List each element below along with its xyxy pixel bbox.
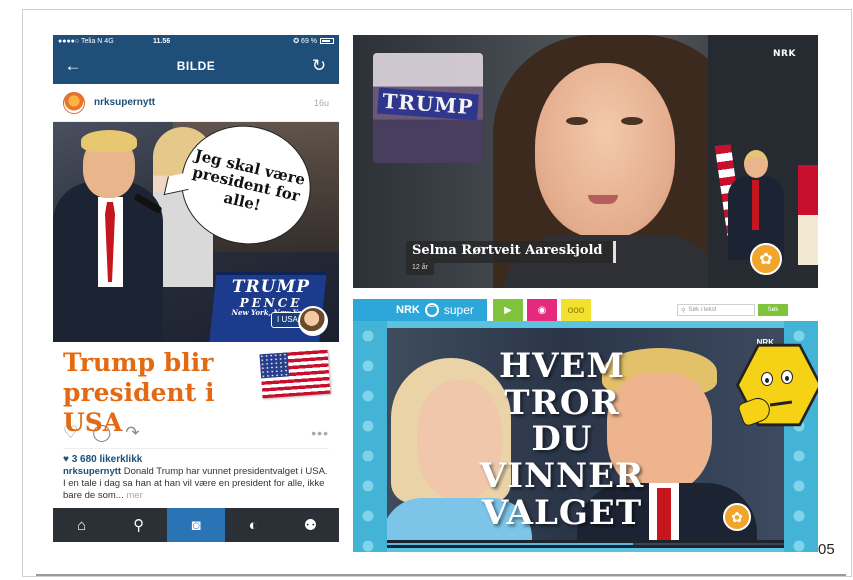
play-icon[interactable]: ▶ — [493, 299, 523, 321]
clock-label: 11.56 — [153, 37, 171, 45]
trump-tie — [657, 488, 671, 548]
search-input[interactable]: ⚲ Søk i tekst — [677, 304, 755, 316]
reporter-avatar-sticker — [298, 306, 328, 336]
nrk-super-logo[interactable]: NRK ⁀ super — [353, 299, 487, 321]
slide-number: 05 — [818, 541, 835, 558]
flag-canton — [259, 352, 290, 379]
girl-left-eye — [566, 117, 588, 125]
search-icon[interactable]: ⚲ — [110, 508, 167, 542]
search-icon: ⚲ — [681, 307, 686, 314]
battery-icon — [320, 38, 334, 44]
us-flag-icon — [259, 349, 331, 399]
back-arrow-icon[interactable]: ← — [63, 56, 83, 76]
post-photo[interactable]: TRUMP PENCE New York, New York Jeg skal … — [53, 122, 339, 342]
post-header: nrksupernytt 16u — [53, 84, 339, 122]
caption-username[interactable]: nrksupernytt — [63, 466, 121, 477]
instagram-phone-screenshot: ●●●●○ Telia N 4G 11.56 ✪ 69 % ← BILDE ↻ … — [53, 35, 339, 542]
state-flag — [798, 165, 818, 265]
trump-hair — [81, 130, 137, 152]
name-lower-third: Selma Rørtveit Aareskjold — [406, 241, 616, 263]
girl-face — [535, 63, 675, 238]
post-time: 16u — [313, 97, 329, 108]
post-caption: nrksupernytt Donald Trump har vunnet pre… — [53, 466, 339, 502]
instagram-tab-bar: ⌂ ⚲ ◙ ◐ ⚉ — [53, 508, 339, 542]
left-pattern — [353, 321, 387, 552]
logo-super-text: super — [443, 303, 474, 317]
carrier-label: ●●●●○ Telia N 4G — [58, 37, 114, 45]
nrk-super-logo-icon: ✿ — [750, 243, 782, 275]
girl-right-eye — [621, 117, 643, 125]
progress-fill — [387, 543, 634, 545]
video-title: HVEM TROR DU VINNER VALGET — [479, 346, 645, 533]
thinking-right-eye — [781, 370, 793, 384]
post-username[interactable]: nrksupernytt — [94, 97, 314, 108]
search-button[interactable]: Søk — [758, 304, 788, 316]
rally-crowd-image: TRUMP — [373, 53, 483, 163]
smile-logo-icon: ⁀ — [424, 303, 439, 317]
more-options-icon[interactable]: ••• — [311, 425, 329, 441]
age-label: 12 år — [406, 263, 434, 275]
nrk-super-logo-icon: ✿ — [723, 503, 751, 531]
headline-area: Trump blir president i USA — [53, 342, 339, 437]
web-top-bar: NRK ⁀ super ▶ ◉ ooo ⚲ Søk i tekst Søk — [353, 299, 818, 321]
trump-hugging-flag-figure — [728, 150, 784, 260]
nrk-tv-screenshot: TRUMP NRK Selma Rørtveit Aareskjold 12 å… — [353, 35, 818, 288]
activity-icon[interactable]: ◐ — [225, 508, 282, 542]
pink-eye-icon[interactable]: ◉ — [527, 299, 557, 321]
post-headline: Trump blir president i USA — [63, 348, 215, 437]
refresh-icon[interactable]: ↻ — [309, 56, 329, 76]
avatar[interactable] — [63, 91, 85, 114]
rally-sign: TRUMP — [377, 87, 479, 121]
caption-more-link[interactable]: mer — [126, 490, 142, 501]
profile-icon[interactable]: ⚉ — [282, 508, 339, 542]
slide-divider — [36, 574, 846, 576]
like-count[interactable]: ♥ 3 680 likerklikk — [53, 449, 339, 466]
nrk-logo: NRK — [773, 49, 796, 59]
search-placeholder: Søk i tekst — [688, 307, 717, 313]
mini-trump-head — [744, 150, 768, 178]
video-player[interactable]: HVEM TROR DU VINNER VALGET NRK ✿ — [387, 328, 784, 548]
nrk-super-webpage: NRK ⁀ super ▶ ◉ ooo ⚲ Søk i tekst Søk HV… — [353, 299, 818, 552]
girl-mouth — [588, 195, 618, 204]
home-icon[interactable]: ⌂ — [53, 508, 110, 542]
battery-status: ✪ 69 % — [293, 37, 334, 45]
instagram-header: ← BILDE ↻ — [53, 47, 339, 84]
speech-bubble-text: Jeg skal være president for alle! — [190, 146, 307, 215]
camera-icon[interactable]: ◙ — [167, 508, 225, 542]
ios-status-bar: ●●●●○ Telia N 4G 11.56 ✪ 69 % — [53, 35, 339, 47]
battery-label: ✪ 69 % — [293, 38, 317, 45]
podium-line-1: TRUMP — [231, 277, 311, 297]
yellow-dots-icon[interactable]: ooo — [561, 299, 591, 321]
mini-trump-tie — [752, 180, 759, 230]
page-title: BILDE — [176, 58, 216, 73]
thinking-left-eye — [761, 372, 773, 386]
logo-nrk-text: NRK — [396, 304, 420, 316]
video-progress-bar[interactable] — [387, 540, 784, 548]
